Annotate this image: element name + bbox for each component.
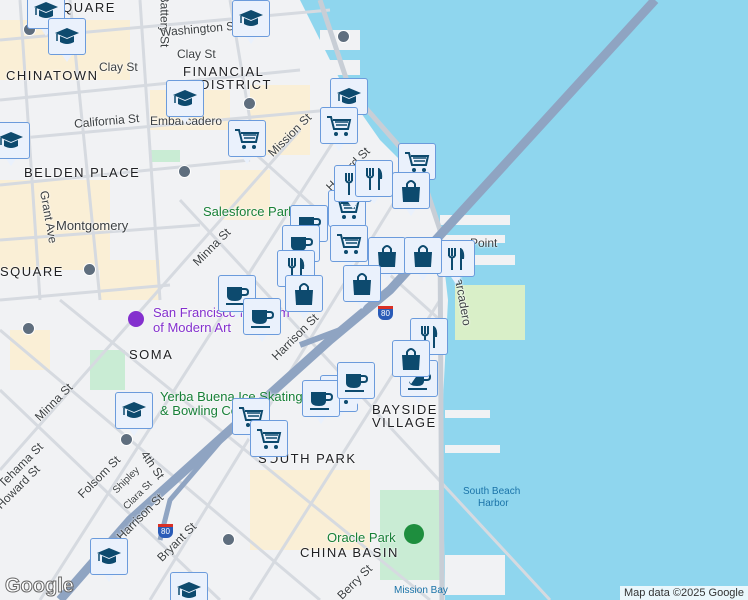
- school-marker[interactable]: [115, 392, 153, 436]
- map-canvas[interactable]: SQUARE CHINATOWN FINANCIAL DISTRICT BELD…: [0, 0, 748, 600]
- grocery-icon: [320, 107, 358, 144]
- map-data-credit[interactable]: Map data ©2025 Google: [619, 586, 748, 600]
- neighborhood-label: DISTRICT: [200, 77, 272, 92]
- school-icon: [166, 80, 204, 117]
- cafe-icon: [243, 298, 281, 335]
- grocery-icon: [250, 420, 288, 457]
- school-marker[interactable]: [170, 572, 208, 600]
- grocery-marker[interactable]: [330, 225, 368, 269]
- grocery-marker[interactable]: [250, 420, 288, 464]
- grocery-icon: [228, 120, 266, 157]
- school-icon: [0, 122, 30, 159]
- neighborhood-label: CHINA BASIN: [300, 545, 399, 560]
- transit-icon[interactable]: [22, 322, 35, 335]
- poi-salesforce-park[interactable]: Salesforce Park: [203, 204, 295, 219]
- neighborhood-label: CHINATOWN: [6, 68, 99, 83]
- stadium-icon[interactable]: [404, 524, 424, 544]
- school-icon: [115, 392, 153, 429]
- restaurant-icon: [437, 240, 475, 277]
- water-label: Mission Bay: [394, 585, 448, 596]
- shopping-icon: [343, 265, 381, 302]
- restaurant-icon: [355, 160, 393, 197]
- shopping-marker[interactable]: [404, 237, 442, 281]
- neighborhood-label: SOMA: [129, 347, 174, 362]
- neighborhood-label: SQUARE: [0, 264, 64, 279]
- neighborhood-label: BELDEN PLACE: [24, 165, 141, 180]
- street-label: Clay St: [99, 60, 138, 74]
- water-label: Harbor: [478, 498, 509, 509]
- poi-oracle-park[interactable]: Oracle Park: [327, 530, 396, 545]
- shopping-icon: [285, 275, 323, 312]
- shopping-icon: [392, 172, 430, 209]
- cafe-marker[interactable]: [243, 298, 281, 342]
- school-marker[interactable]: [232, 0, 270, 44]
- school-icon: [170, 572, 208, 600]
- transit-icon[interactable]: [337, 30, 350, 43]
- highway-shield-i80: 80: [158, 524, 173, 538]
- school-icon: [232, 0, 270, 37]
- grocery-icon: [330, 225, 368, 262]
- school-icon: [90, 538, 128, 575]
- shopping-icon: [404, 237, 442, 274]
- restaurant-marker[interactable]: [437, 240, 475, 284]
- school-marker[interactable]: [166, 80, 204, 124]
- cafe-icon: [302, 380, 340, 417]
- shopping-marker[interactable]: [392, 172, 430, 216]
- cafe-marker[interactable]: [337, 362, 375, 406]
- grocery-marker[interactable]: [228, 120, 266, 164]
- shopping-icon: [392, 340, 430, 377]
- google-logo[interactable]: Google: [5, 575, 75, 598]
- shopping-marker[interactable]: [343, 265, 381, 309]
- restaurant-marker[interactable]: [355, 160, 393, 204]
- shopping-marker[interactable]: [392, 340, 430, 384]
- street-label: Clay St: [177, 47, 216, 61]
- school-marker[interactable]: [90, 538, 128, 582]
- school-marker[interactable]: [48, 18, 86, 62]
- shopping-marker[interactable]: [285, 275, 323, 319]
- transit-icon[interactable]: [178, 165, 191, 178]
- highway-shield-label: 80: [381, 309, 390, 318]
- school-icon: [48, 18, 86, 55]
- water-label: South Beach: [463, 486, 521, 497]
- sfmoma-icon[interactable]: [128, 311, 144, 327]
- transit-icon[interactable]: [83, 263, 96, 276]
- transit-icon[interactable]: [222, 533, 235, 546]
- neighborhood-label: VILLAGE: [372, 415, 437, 430]
- poi-sfmoma[interactable]: of Modern Art: [153, 320, 231, 335]
- school-marker[interactable]: [0, 122, 30, 166]
- cafe-marker[interactable]: [302, 380, 340, 424]
- grocery-marker[interactable]: [320, 107, 358, 151]
- transit-icon[interactable]: [243, 97, 256, 110]
- cafe-icon: [337, 362, 375, 399]
- highway-shield-label: 80: [161, 527, 170, 536]
- station-label[interactable]: Montgomery: [56, 218, 128, 233]
